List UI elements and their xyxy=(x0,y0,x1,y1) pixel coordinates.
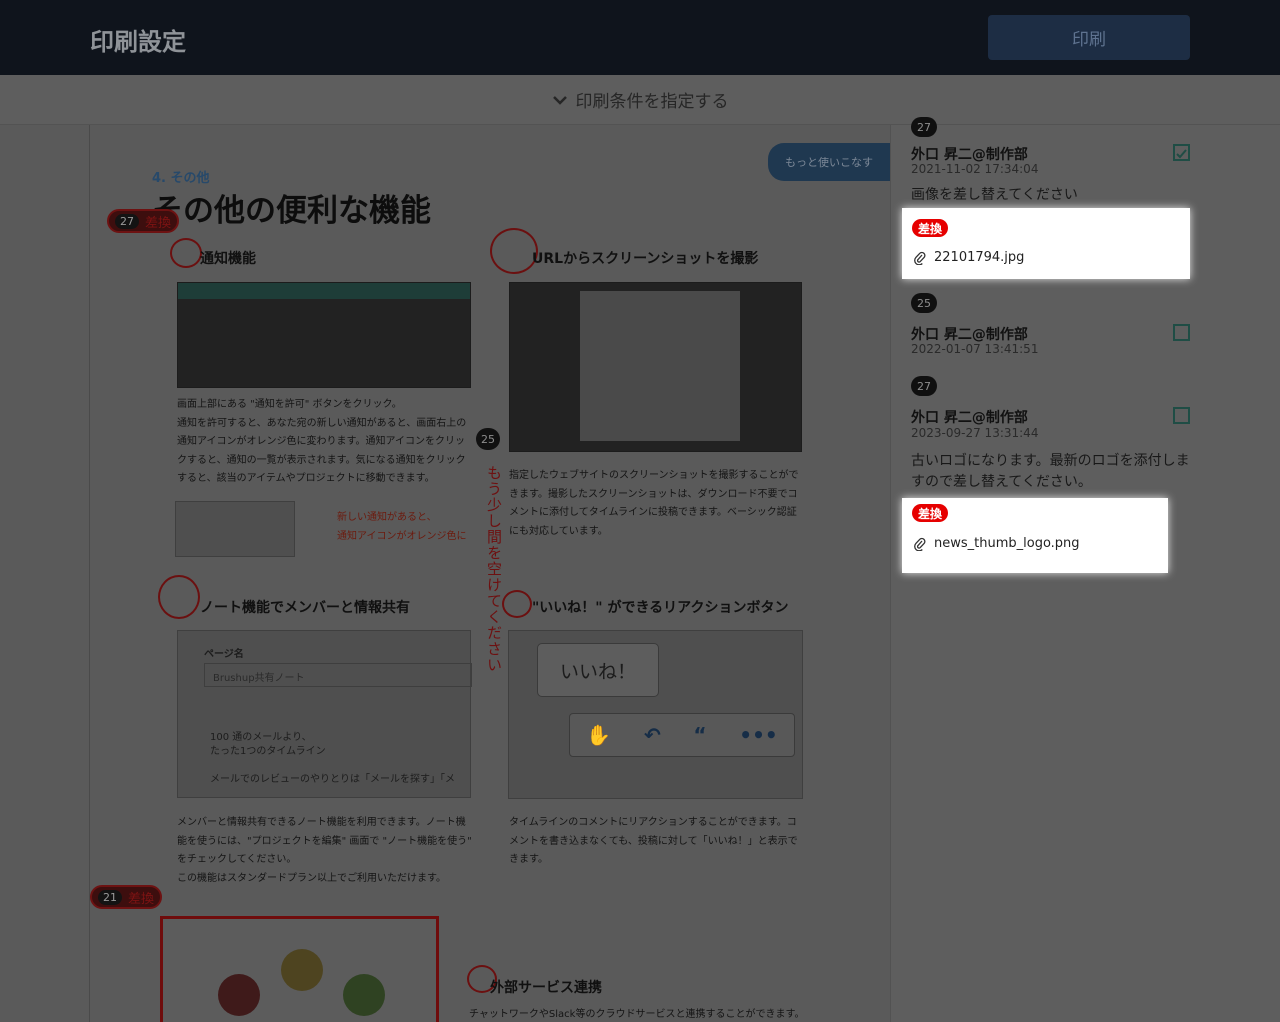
pin-number: 27 xyxy=(115,213,139,229)
section-text: メンバーと情報共有できるノート機能を利用できます。ノート機能を使うには、"プロジ… xyxy=(177,817,472,884)
callout-text: 新しい通知があると、 通知アイコンがオレンジ色に xyxy=(337,512,467,542)
resolve-checkbox[interactable] xyxy=(1173,407,1190,424)
note-page-label: ページ名 xyxy=(204,649,244,660)
attachment-file[interactable]: 22101794.jpg xyxy=(914,250,1024,265)
doc-subtitle: 4. その他 xyxy=(152,171,210,186)
comment-date: 2023-09-27 13:31:44 xyxy=(911,426,1039,440)
comment-badge[interactable]: 25 xyxy=(911,293,937,313)
doc-tab: もっと使いこなす xyxy=(768,143,890,181)
markup-circle xyxy=(502,590,532,618)
section-text: 指定したウェブサイトのスクリーンショットを撮影することができます。撮影したスクリ… xyxy=(509,470,799,537)
comment-text: 古いロゴになります。最新のロゴを添付しますので差し替えてください。 xyxy=(911,453,1190,490)
comment-text: 画像を差し替えてください xyxy=(911,187,1078,203)
attachment-filename: news_thumb_logo.png xyxy=(934,536,1080,551)
markup-circle xyxy=(170,238,202,268)
thumbs-up-icon: ✋ xyxy=(586,723,612,747)
comment-user: 外口 昇二@制作部 xyxy=(911,147,1028,163)
section-text: 画面上部にある "通知を許可" ボタンをクリック。 通知を許可すると、あなた宛の… xyxy=(177,399,467,484)
section-title: 通知機能 xyxy=(200,251,256,267)
pin-number: 21 xyxy=(98,889,122,905)
markup-circle xyxy=(158,575,200,619)
more-icon: ••• xyxy=(739,723,778,747)
document-preview[interactable]: もっと使いこなす 4. その他 その他の便利な機能 27 差換 21 差換 通知… xyxy=(0,125,890,1022)
attachment-filename: 22101794.jpg xyxy=(934,250,1025,265)
check-icon xyxy=(1176,149,1187,159)
print-conditions-toggle[interactable]: 印刷条件を指定する xyxy=(0,75,1280,125)
annotation-pin[interactable]: 27 差換 xyxy=(107,209,180,233)
note-body: 100 通のメールより、 たった1つのタイムライン メールでのレビューのやりとり… xyxy=(210,732,455,785)
paperclip-icon xyxy=(914,537,926,551)
section-title: ノート機能でメンバーと情報共有 xyxy=(200,600,410,616)
pin-label: 差換 xyxy=(145,215,172,231)
chevron-down-icon xyxy=(552,95,567,105)
vertical-note: もう少し間を空けてください xyxy=(485,465,503,673)
section-title: "いいね！" ができるリアクションボタン xyxy=(532,600,789,616)
replace-tag: 差換 xyxy=(912,504,949,522)
comment-user: 外口 昇二@制作部 xyxy=(911,327,1028,343)
note-screenshot: ページ名 Brushup共有ノート 100 通のメールより、 たった1つのタイム… xyxy=(177,630,472,798)
paperclip-icon xyxy=(914,251,926,265)
print-conditions-label: 印刷条件を指定する xyxy=(575,92,729,112)
comment-date: 2022-01-07 13:41:51 xyxy=(911,342,1039,356)
notification-icon-crop xyxy=(175,501,295,557)
comments-panel[interactable]: 27 外口 昇二@制作部 2021-11-02 17:34:04 画像を差し替え… xyxy=(890,117,1280,1022)
attachment-file[interactable]: news_thumb_logo.png xyxy=(914,536,1080,551)
reaction-screenshot: いいね！ ✋ ↶ “ ••• xyxy=(508,630,803,799)
section-title: 外部サービス連携 xyxy=(490,980,602,996)
doc-heading: その他の便利な機能 xyxy=(152,193,431,229)
attachment-card[interactable]: 差換 22101794.jpg xyxy=(902,208,1190,279)
url-screenshot-dialog xyxy=(509,282,802,452)
replace-tag: 差換 xyxy=(912,219,949,237)
app-header: 印刷設定 印刷 xyxy=(0,0,1280,75)
vertical-note-badge[interactable]: 25 xyxy=(476,428,500,450)
notification-screenshot xyxy=(177,282,471,388)
comment-date: 2021-11-02 17:34:04 xyxy=(911,162,1039,176)
section-title: URLからスクリーンショットを撮影 xyxy=(532,251,759,267)
comment-user: 外口 昇二@制作部 xyxy=(911,410,1028,426)
like-bubble: いいね！ xyxy=(537,643,659,697)
page-title: 印刷設定 xyxy=(90,28,186,56)
note-name-field: Brushup共有ノート xyxy=(204,663,472,687)
annotation-pin[interactable]: 21 差換 xyxy=(90,885,163,909)
resolve-checkbox[interactable] xyxy=(1173,324,1190,341)
resolve-checkbox[interactable] xyxy=(1173,144,1190,161)
comment-badge[interactable]: 27 xyxy=(911,117,937,137)
markup-circle xyxy=(490,228,538,274)
section-text: タイムラインのコメントにリアクションすることができます。コメントを書き込まなくて… xyxy=(509,817,798,865)
integration-image xyxy=(160,916,439,1022)
comment-badge[interactable]: 27 xyxy=(911,376,937,396)
page-border xyxy=(89,125,90,1022)
section-text: チャットワークやSlack等のクラウドサービスと連携することができます。 xyxy=(469,1009,805,1020)
quote-icon: “ xyxy=(693,723,707,747)
attachment-card[interactable]: 差換 news_thumb_logo.png xyxy=(902,498,1168,573)
reply-icon: ↶ xyxy=(643,723,661,747)
print-button[interactable]: 印刷 xyxy=(988,15,1190,60)
pin-label: 差換 xyxy=(128,891,155,907)
